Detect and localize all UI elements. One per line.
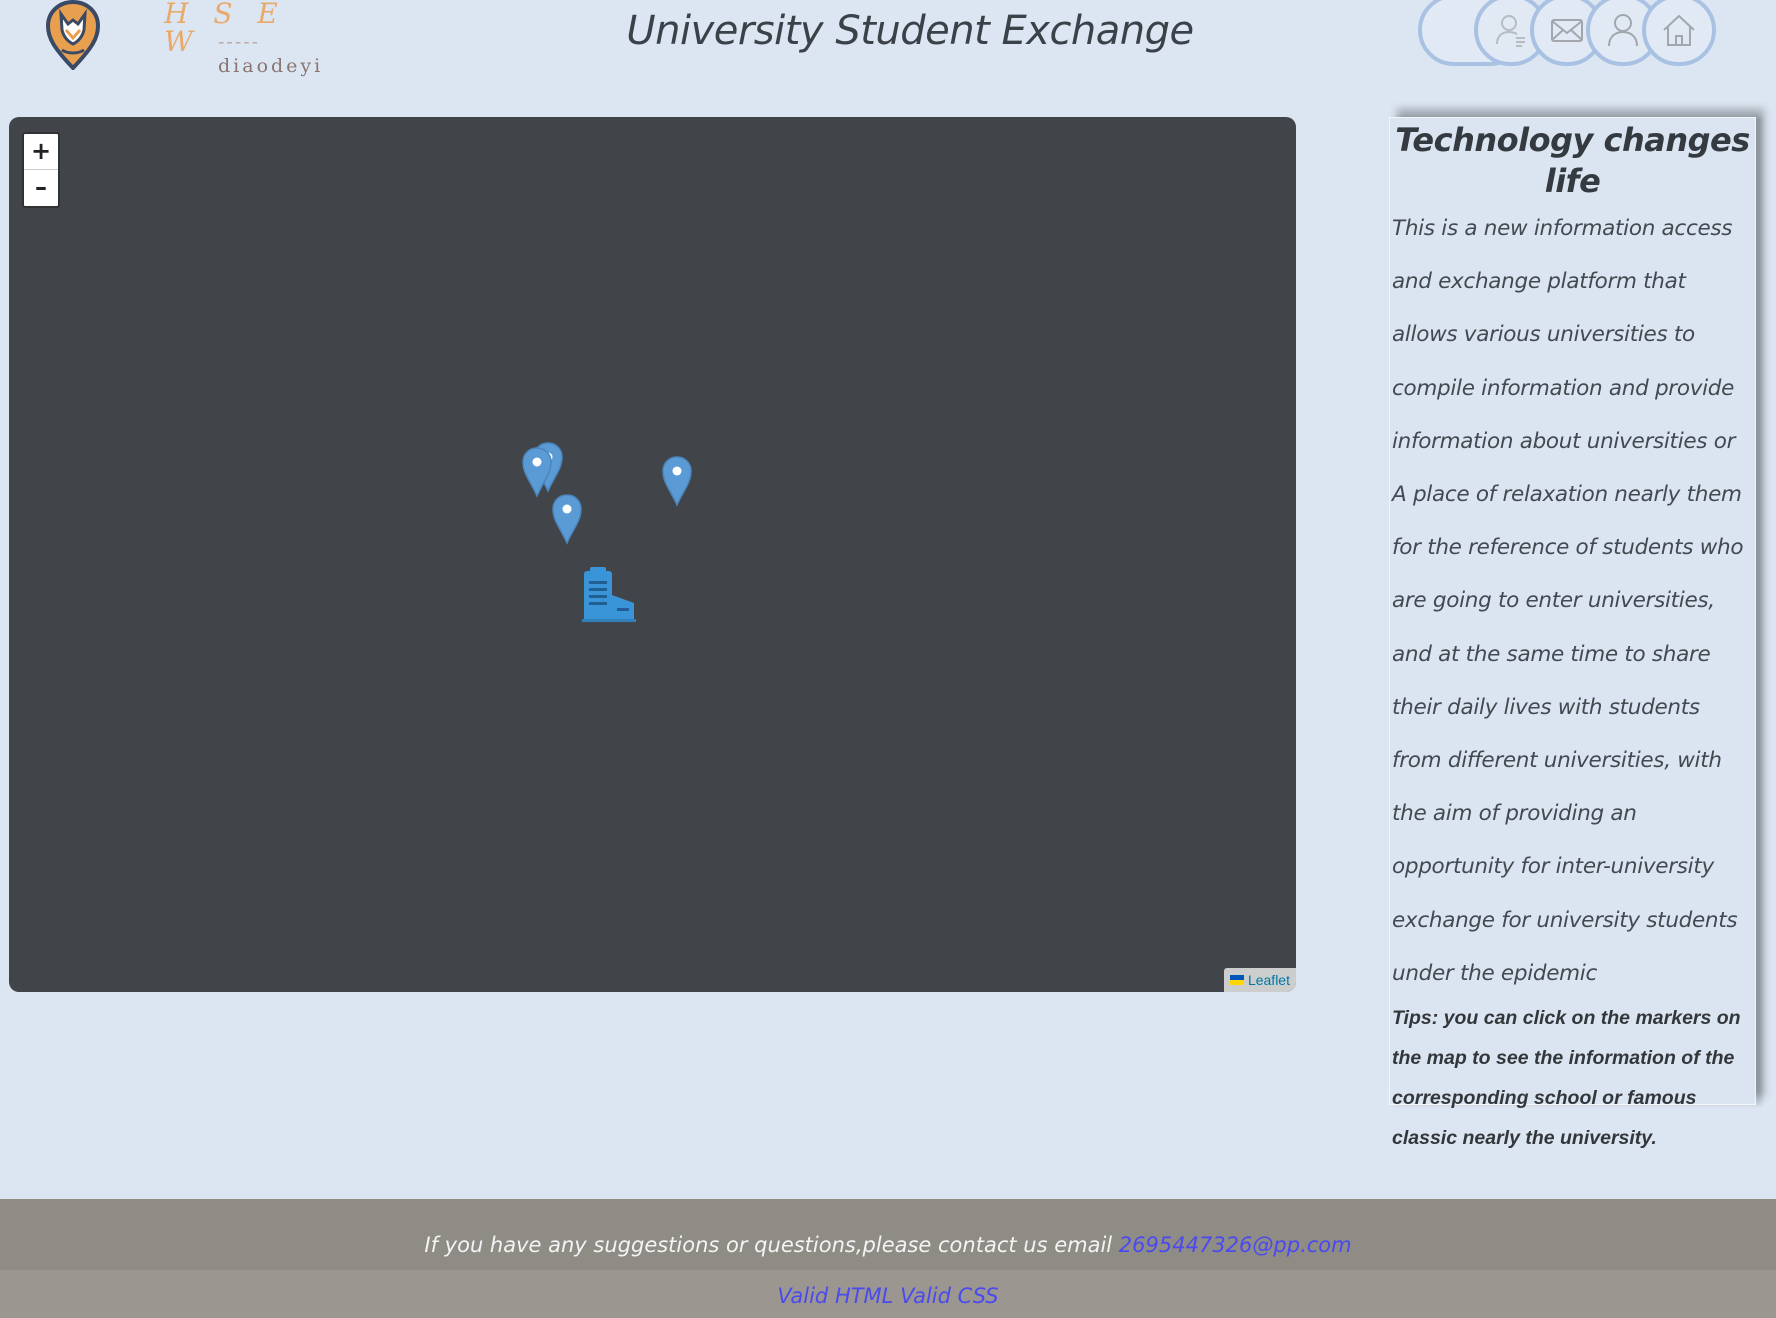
footer-contact: If you have any suggestions or questions… [0,1199,1776,1270]
logo-subtitle-text: diaodeyi [218,55,324,77]
ukraine-flag-icon [1229,975,1244,985]
leaflet-link[interactable]: Leaflet [1248,968,1290,992]
university-building-marker[interactable] [580,565,638,623]
map-pin-icon [522,447,552,498]
map-view[interactable]: + – Leaflet [9,117,1296,992]
home-button[interactable] [1642,0,1716,66]
map-pin-icon [662,456,692,507]
nav-bar [1418,0,1720,68]
map-attribution: Leaflet [1223,968,1296,992]
map-marker-2[interactable] [521,446,553,498]
sidebar-title: Technology changes life [1395,121,1750,200]
mail-icon [1551,19,1583,42]
map-pin-icon [552,494,582,545]
info-sidebar: Technology changes life This is a new in… [1389,117,1756,1149]
zoom-in-button[interactable]: + [24,134,58,170]
user-badge-icon [1496,15,1525,47]
map-marker-3[interactable] [551,493,583,545]
email-link[interactable]: 2695447326@pp.com [1119,1233,1352,1257]
zoom-control: + – [22,132,60,208]
sidebar-tips: Tips: you can click on the markers on th… [1392,1007,1741,1150]
building-icon [582,567,636,622]
valid-css-link[interactable]: Valid CSS [900,1284,999,1308]
map-marker-4[interactable] [661,455,693,507]
sidebar-description: This is a new information access and exc… [1392,216,1744,986]
footer-contact-text: If you have any suggestions or questions… [424,1233,1119,1257]
footer-validation: Valid HTML Valid CSS [0,1270,1776,1318]
user-icon [1608,14,1638,47]
home-icon [1663,14,1695,46]
valid-html-link[interactable]: Valid HTML [777,1284,893,1308]
zoom-out-button[interactable]: – [24,170,58,206]
